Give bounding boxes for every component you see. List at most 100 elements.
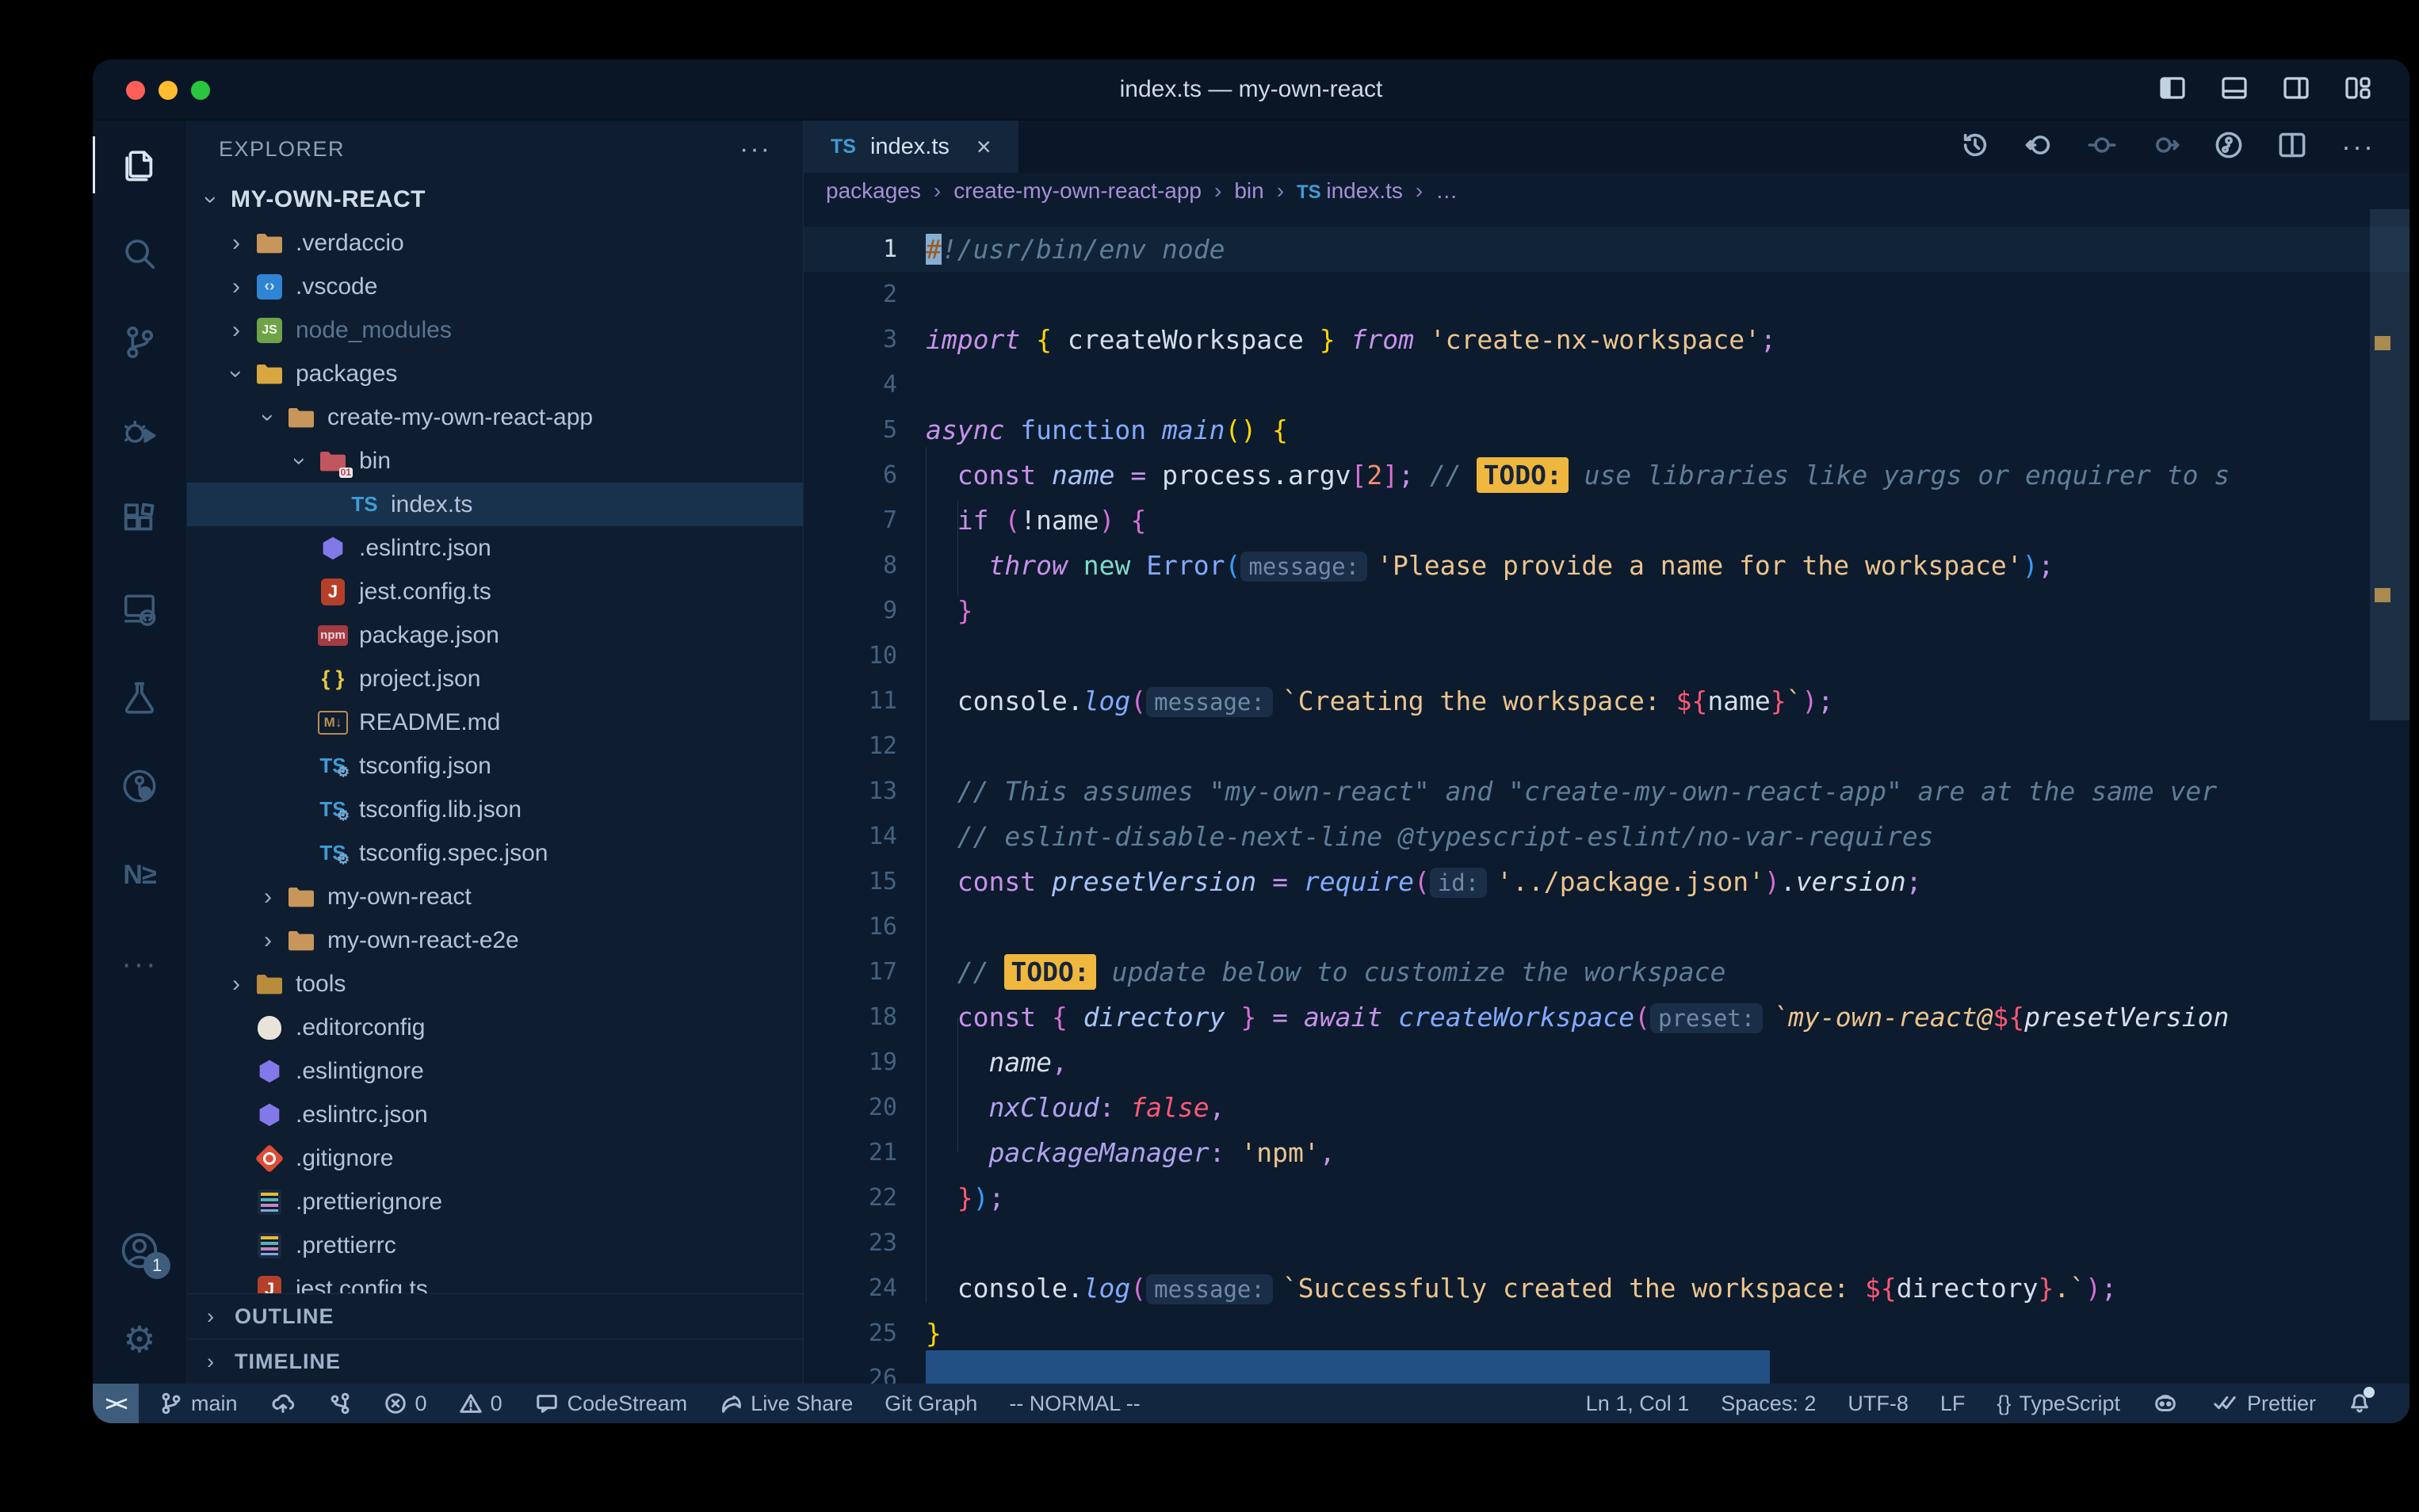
remote-window-indicator[interactable]: >< — [93, 1384, 139, 1423]
code-line-11[interactable]: 11 console.log(message:`Creating the wor… — [804, 678, 2409, 724]
status-0[interactable]: 0 — [384, 1392, 427, 1416]
activity-settings-icon[interactable]: ⚙ — [93, 1295, 186, 1384]
status-lf[interactable]: LF — [1940, 1392, 1966, 1416]
explorer-more-actions-icon[interactable]: ··· — [739, 134, 771, 165]
timeline-history-icon[interactable] — [1961, 131, 1989, 163]
close-window-button[interactable] — [126, 81, 145, 100]
scrollbar-thumb[interactable] — [2370, 209, 2409, 720]
activity-more-views-icon[interactable]: ··· — [93, 919, 186, 1008]
breadcrumb-item[interactable]: packages — [826, 178, 921, 204]
code-line-3[interactable]: 3import { createWorkspace } from 'create… — [804, 317, 2409, 362]
tree-item-.eslintrc.json[interactable]: ⬢.eslintrc.json — [187, 526, 803, 570]
code-line-20[interactable]: 20 nxCloud: false, — [804, 1085, 2409, 1130]
status-cloud-upload[interactable] — [269, 1392, 296, 1415]
tree-item-tsconfig.spec.json[interactable]: TS⚙tsconfig.spec.json — [187, 831, 803, 875]
code-line-22[interactable]: 22 }); — [804, 1175, 2409, 1220]
status-codestream[interactable]: CodeStream — [534, 1392, 688, 1416]
tree-item-.prettierrc[interactable]: .prettierrc — [187, 1224, 803, 1267]
breadcrumb-item[interactable]: … — [1435, 178, 1458, 204]
zoom-window-button[interactable] — [191, 81, 210, 100]
toggle-secondary-sidebar-icon[interactable] — [2281, 75, 2311, 101]
tree-item-.eslintignore[interactable]: ⬢.eslintignore — [187, 1049, 803, 1093]
outline-section[interactable]: › OUTLINE — [187, 1293, 803, 1338]
status-git-graph[interactable]: Git Graph — [885, 1392, 977, 1416]
status-0[interactable]: 0 — [459, 1392, 503, 1416]
tree-item-jest.config.ts[interactable]: Jjest.config.ts — [187, 1267, 803, 1293]
activity-testing-icon[interactable] — [93, 653, 186, 742]
status-ln-1-col-1[interactable]: Ln 1, Col 1 — [1586, 1392, 1690, 1416]
tree-item-my-own-react[interactable]: ›my-own-react — [187, 875, 803, 918]
code-line-15[interactable]: 15 const presetVersion = require(id:'../… — [804, 859, 2409, 904]
code-line-17[interactable]: 17 // TODO: update below to customize th… — [804, 949, 2409, 995]
status-copilot[interactable] — [2152, 1392, 2179, 1415]
activity-source-control-icon[interactable] — [93, 298, 186, 387]
tree-item-tsconfig.lib.json[interactable]: TS⚙tsconfig.lib.json — [187, 788, 803, 831]
activity-nx-console-icon[interactable]: N≥ — [93, 830, 186, 919]
customize-layout-icon[interactable] — [2343, 75, 2373, 101]
timeline-section[interactable]: › TIMELINE — [187, 1338, 803, 1384]
code-line-12[interactable]: 12 — [804, 724, 2409, 769]
tree-item-bin[interactable]: ›01bin — [187, 439, 803, 483]
tree-item-project.json[interactable]: { }project.json — [187, 657, 803, 701]
activity-gitlens-icon[interactable] — [93, 742, 186, 830]
tree-item-.gitignore[interactable]: .gitignore — [187, 1136, 803, 1180]
code-line-21[interactable]: 21 packageManager: 'npm', — [804, 1130, 2409, 1175]
code-line-5[interactable]: 5async function main() { — [804, 407, 2409, 452]
toggle-panel-icon[interactable] — [2219, 75, 2249, 101]
code-line-18[interactable]: 18 const { directory } = await createWor… — [804, 995, 2409, 1040]
next-change-icon[interactable] — [2151, 131, 2180, 163]
vertical-scrollbar[interactable] — [2370, 209, 2409, 1384]
code-line-14[interactable]: 14 // eslint-disable-next-line @typescri… — [804, 814, 2409, 859]
code-line-24[interactable]: 24 console.log(message:`Successfully cre… — [804, 1266, 2409, 1311]
prev-change-icon[interactable] — [2088, 131, 2116, 163]
code-line-2[interactable]: 2 — [804, 272, 2409, 317]
navigate-back-icon[interactable] — [2024, 131, 2053, 163]
tree-item-index.ts[interactable]: TSindex.ts — [187, 483, 803, 526]
code-line-10[interactable]: 10 — [804, 633, 2409, 678]
minimize-window-button[interactable] — [159, 81, 178, 100]
activity-account-icon[interactable]: 1 — [93, 1206, 186, 1295]
tree-item-package.json[interactable]: npmpackage.json — [187, 613, 803, 657]
toggle-primary-sidebar-icon[interactable] — [2157, 75, 2188, 101]
tree-item-create-my-own-react-app[interactable]: ›create-my-own-react-app — [187, 395, 803, 439]
code-line-19[interactable]: 19 name, — [804, 1040, 2409, 1085]
tree-item-tsconfig.json[interactable]: TS⚙tsconfig.json — [187, 744, 803, 788]
tree-item-my-own-react-e2e[interactable]: ›my-own-react-e2e — [187, 918, 803, 962]
code-line-23[interactable]: 23 — [804, 1220, 2409, 1266]
status-git-fork[interactable] — [328, 1392, 352, 1415]
status-prettier[interactable]: Prettier — [2211, 1392, 2316, 1416]
split-editor-icon[interactable] — [2278, 131, 2306, 163]
status-utf-8[interactable]: UTF-8 — [1848, 1392, 1909, 1416]
tree-root-my-own-react[interactable]: ›MY-OWN-REACT — [187, 178, 803, 221]
code-line-25[interactable]: 25} — [804, 1311, 2409, 1356]
activity-search-icon[interactable] — [93, 209, 186, 298]
tree-item-.vscode[interactable]: ›‹›.vscode — [187, 265, 803, 308]
activity-explorer-icon[interactable] — [93, 120, 186, 209]
code-line-1[interactable]: 1#!/usr/bin/env node — [804, 227, 2409, 272]
tree-item-.editorconfig[interactable]: .editorconfig — [187, 1006, 803, 1049]
tree-item-.eslintrc.json[interactable]: ⬢.eslintrc.json — [187, 1093, 803, 1136]
activity-remote-explorer-icon[interactable] — [93, 564, 186, 653]
status-spaces-2[interactable]: Spaces: 2 — [1721, 1392, 1816, 1416]
breadcrumb-item[interactable]: create-my-own-react-app — [953, 178, 1202, 204]
code-line-8[interactable]: 8 throw new Error(message:'Please provid… — [804, 543, 2409, 588]
code-line-7[interactable]: 7 if (!name) { — [804, 498, 2409, 543]
tree-item-readme.md[interactable]: M↓README.md — [187, 701, 803, 744]
tree-item-.prettierignore[interactable]: .prettierignore — [187, 1180, 803, 1224]
status-main[interactable]: main — [159, 1392, 238, 1416]
tree-item-tools[interactable]: ›tools — [187, 962, 803, 1006]
tree-item-node_modules[interactable]: ›JSnode_modules — [187, 308, 803, 352]
code-line-13[interactable]: 13 // This assumes "my-own-react" and "c… — [804, 769, 2409, 814]
code-editor[interactable]: 1#!/usr/bin/env node23import { createWor… — [804, 209, 2409, 1384]
code-line-16[interactable]: 16 — [804, 904, 2409, 949]
status-normal[interactable]: -- NORMAL -- — [1009, 1392, 1140, 1416]
code-line-6[interactable]: 6 const name = process.argv[2]; // TODO:… — [804, 452, 2409, 498]
tree-item-.verdaccio[interactable]: ›.verdaccio — [187, 221, 803, 265]
status-bell-dot[interactable] — [2348, 1392, 2371, 1415]
breadcrumb-item[interactable]: bin — [1234, 178, 1263, 204]
status-typescript[interactable]: {}TypeScript — [1997, 1392, 2120, 1416]
activity-extensions-icon[interactable] — [93, 475, 186, 564]
breadcrumb-item[interactable]: TS index.ts — [1297, 178, 1403, 204]
tree-item-jest.config.ts[interactable]: Jjest.config.ts — [187, 570, 803, 613]
more-actions-icon[interactable]: ··· — [2341, 130, 2375, 163]
